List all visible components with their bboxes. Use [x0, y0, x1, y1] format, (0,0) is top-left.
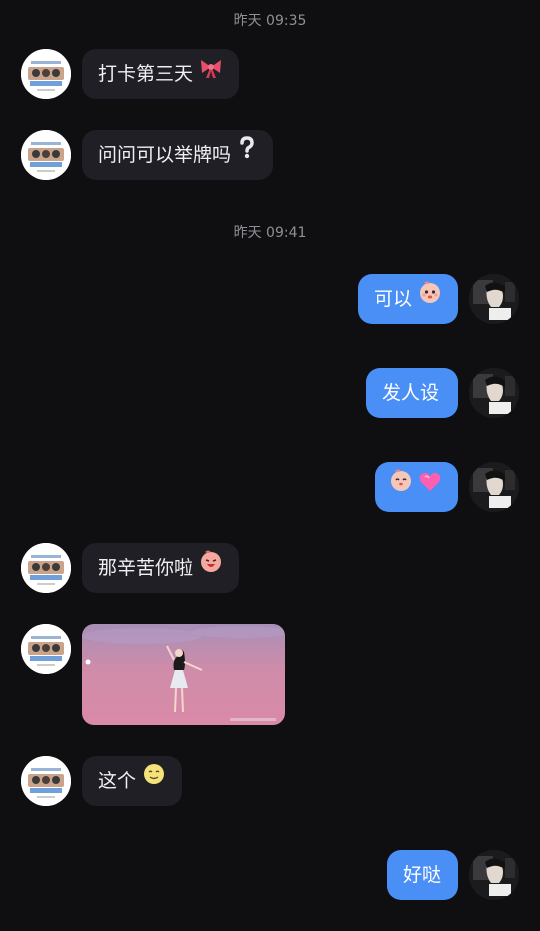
peach-face-icon	[389, 461, 413, 511]
message-text: 问问可以举牌吗	[98, 144, 232, 166]
my-avatar[interactable]	[469, 462, 519, 512]
message-text: 发人设	[382, 382, 440, 404]
timestamp: 昨天 09:35	[233, 13, 307, 29]
contact-avatar[interactable]	[21, 130, 71, 180]
message-bubble[interactable]: 打卡第三天	[82, 48, 240, 99]
my-avatar[interactable]	[469, 850, 519, 900]
message-text: 那辛苦你啦	[98, 557, 194, 579]
my-avatar[interactable]	[469, 368, 519, 418]
smiling-face-icon	[142, 755, 166, 805]
peach-face-icon	[199, 542, 223, 592]
timestamp: 昨天 09:41	[233, 225, 307, 241]
message-text: 打卡第三天	[98, 63, 194, 85]
message-bubble[interactable]: 发人设	[366, 368, 458, 418]
message-bubble[interactable]: 那辛苦你啦	[82, 542, 240, 593]
message-bubble[interactable]: 问问可以举牌吗	[82, 129, 274, 180]
question-mark-icon	[237, 129, 257, 179]
contact-avatar[interactable]	[21, 49, 71, 99]
contact-avatar[interactable]	[21, 756, 71, 806]
contact-avatar[interactable]	[21, 543, 71, 593]
message-bubble[interactable]: 可以	[358, 274, 458, 324]
pink-heart-icon	[419, 461, 441, 511]
image-message[interactable]	[82, 624, 285, 725]
message-bubble[interactable]: 好哒	[387, 850, 458, 900]
contact-avatar[interactable]	[21, 624, 71, 674]
message-text: 可以	[374, 288, 413, 310]
bow-icon	[199, 48, 223, 98]
message-bubble[interactable]: 这个	[82, 755, 183, 806]
my-avatar[interactable]	[469, 274, 519, 324]
peach-face-icon	[418, 273, 442, 323]
message-text: 这个	[98, 770, 137, 792]
message-text: 好哒	[403, 864, 442, 886]
message-bubble[interactable]	[375, 462, 458, 512]
